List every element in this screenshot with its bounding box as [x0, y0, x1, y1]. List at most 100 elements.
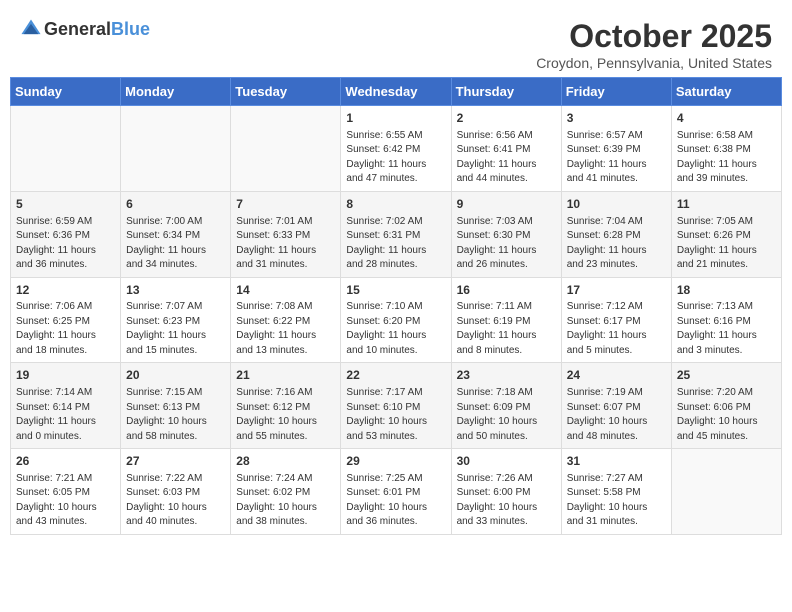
day-number: 13: [126, 282, 225, 299]
day-number: 21: [236, 367, 335, 384]
day-content: Sunrise: 7:05 AM Sunset: 6:26 PM Dayligh…: [677, 215, 776, 273]
day-content: Sunrise: 7:01 AM Sunset: 6:33 PM Dayligh…: [236, 215, 335, 273]
page-header: GeneralBlue October 2025 Croydon, Pennsy…: [10, 10, 782, 77]
calendar-cell: 27 Sunrise: 7:22 AM Sunset: 6:03 PM Dayli…: [121, 449, 231, 535]
calendar-location: Croydon, Pennsylvania, United States: [536, 55, 772, 71]
day-number: 19: [16, 367, 115, 384]
calendar-cell: [121, 106, 231, 192]
calendar-body: 1 Sunrise: 6:55 AM Sunset: 6:42 PM Daylig…: [11, 106, 782, 535]
day-content: Sunrise: 7:13 AM Sunset: 6:16 PM Dayligh…: [677, 300, 776, 358]
calendar-week-row: 5 Sunrise: 6:59 AM Sunset: 6:36 PM Daylig…: [11, 191, 782, 277]
day-of-week-header: Wednesday: [341, 78, 451, 106]
calendar-week-row: 19 Sunrise: 7:14 AM Sunset: 6:14 PM Dayli…: [11, 363, 782, 449]
day-of-week-header: Monday: [121, 78, 231, 106]
calendar-cell: 15Sunrise: 7:10 AM Sunset: 6:20 PM Dayli…: [341, 277, 451, 363]
day-content: Sunrise: 7:11 AM Sunset: 6:19 PM Dayligh…: [457, 300, 556, 358]
day-of-week-header: Tuesday: [231, 78, 341, 106]
day-number: 7: [236, 196, 335, 213]
calendar-cell: 7 Sunrise: 7:01 AM Sunset: 6:33 PM Daylig…: [231, 191, 341, 277]
calendar-cell: 17Sunrise: 7:12 AM Sunset: 6:17 PM Dayli…: [561, 277, 671, 363]
day-content: Sunrise: 6:55 AM Sunset: 6:42 PM Dayligh…: [346, 129, 445, 187]
day-number: 8: [346, 196, 445, 213]
day-number: 30: [457, 453, 556, 470]
calendar-cell: 21 Sunrise: 7:16 AM Sunset: 6:12 PM Dayli…: [231, 363, 341, 449]
day-number: 27: [126, 453, 225, 470]
calendar-cell: 22 Sunrise: 7:17 AM Sunset: 6:10 PM Dayli…: [341, 363, 451, 449]
day-number: 12: [16, 282, 115, 299]
logo: GeneralBlue: [20, 18, 150, 40]
calendar-cell: 14Sunrise: 7:08 AM Sunset: 6:22 PM Dayli…: [231, 277, 341, 363]
day-number: 29: [346, 453, 445, 470]
day-content: Sunrise: 7:26 AM Sunset: 6:00 PM Dayligh…: [457, 472, 556, 530]
calendar-cell: 6 Sunrise: 7:00 AM Sunset: 6:34 PM Daylig…: [121, 191, 231, 277]
day-content: Sunrise: 7:18 AM Sunset: 6:09 PM Dayligh…: [457, 386, 556, 444]
day-content: Sunrise: 7:08 AM Sunset: 6:22 PM Dayligh…: [236, 300, 335, 358]
calendar-cell: [671, 449, 781, 535]
calendar-cell: 31Sunrise: 7:27 AM Sunset: 5:58 PM Dayli…: [561, 449, 671, 535]
day-number: 2: [457, 110, 556, 127]
day-content: Sunrise: 7:00 AM Sunset: 6:34 PM Dayligh…: [126, 215, 225, 273]
day-content: Sunrise: 7:14 AM Sunset: 6:14 PM Dayligh…: [16, 386, 115, 444]
calendar-cell: 12Sunrise: 7:06 AM Sunset: 6:25 PM Dayli…: [11, 277, 121, 363]
day-content: Sunrise: 7:07 AM Sunset: 6:23 PM Dayligh…: [126, 300, 225, 358]
day-content: Sunrise: 7:19 AM Sunset: 6:07 PM Dayligh…: [567, 386, 666, 444]
day-content: Sunrise: 7:20 AM Sunset: 6:06 PM Dayligh…: [677, 386, 776, 444]
calendar-cell: 28Sunrise: 7:24 AM Sunset: 6:02 PM Dayli…: [231, 449, 341, 535]
logo-text: GeneralBlue: [44, 19, 150, 40]
day-number: 14: [236, 282, 335, 299]
calendar-week-row: 26Sunrise: 7:21 AM Sunset: 6:05 PM Dayli…: [11, 449, 782, 535]
day-content: Sunrise: 7:02 AM Sunset: 6:31 PM Dayligh…: [346, 215, 445, 273]
days-header-row: SundayMondayTuesdayWednesdayThursdayFrid…: [11, 78, 782, 106]
title-block: October 2025 Croydon, Pennsylvania, Unit…: [536, 18, 772, 71]
calendar-cell: 3Sunrise: 6:57 AM Sunset: 6:39 PM Daylig…: [561, 106, 671, 192]
day-of-week-header: Friday: [561, 78, 671, 106]
calendar-cell: 29 Sunrise: 7:25 AM Sunset: 6:01 PM Dayli…: [341, 449, 451, 535]
calendar-title: October 2025: [536, 18, 772, 55]
day-content: Sunrise: 7:12 AM Sunset: 6:17 PM Dayligh…: [567, 300, 666, 358]
day-content: Sunrise: 7:25 AM Sunset: 6:01 PM Dayligh…: [346, 472, 445, 530]
calendar-week-row: 1 Sunrise: 6:55 AM Sunset: 6:42 PM Daylig…: [11, 106, 782, 192]
day-content: Sunrise: 7:16 AM Sunset: 6:12 PM Dayligh…: [236, 386, 335, 444]
day-of-week-header: Thursday: [451, 78, 561, 106]
day-number: 28: [236, 453, 335, 470]
day-number: 6: [126, 196, 225, 213]
day-number: 1: [346, 110, 445, 127]
calendar-cell: 26Sunrise: 7:21 AM Sunset: 6:05 PM Dayli…: [11, 449, 121, 535]
day-content: Sunrise: 7:04 AM Sunset: 6:28 PM Dayligh…: [567, 215, 666, 273]
day-content: Sunrise: 7:17 AM Sunset: 6:10 PM Dayligh…: [346, 386, 445, 444]
day-content: Sunrise: 6:56 AM Sunset: 6:41 PM Dayligh…: [457, 129, 556, 187]
calendar-week-row: 12Sunrise: 7:06 AM Sunset: 6:25 PM Dayli…: [11, 277, 782, 363]
day-content: Sunrise: 7:21 AM Sunset: 6:05 PM Dayligh…: [16, 472, 115, 530]
calendar-cell: 23 Sunrise: 7:18 AM Sunset: 6:09 PM Dayli…: [451, 363, 561, 449]
calendar-cell: 18Sunrise: 7:13 AM Sunset: 6:16 PM Dayli…: [671, 277, 781, 363]
day-number: 23: [457, 367, 556, 384]
day-number: 22: [346, 367, 445, 384]
day-content: Sunrise: 7:22 AM Sunset: 6:03 PM Dayligh…: [126, 472, 225, 530]
day-number: 18: [677, 282, 776, 299]
day-content: Sunrise: 6:59 AM Sunset: 6:36 PM Dayligh…: [16, 215, 115, 273]
day-of-week-header: Sunday: [11, 78, 121, 106]
calendar-cell: 19 Sunrise: 7:14 AM Sunset: 6:14 PM Dayli…: [11, 363, 121, 449]
day-number: 4: [677, 110, 776, 127]
day-content: Sunrise: 6:58 AM Sunset: 6:38 PM Dayligh…: [677, 129, 776, 187]
day-number: 15: [346, 282, 445, 299]
day-number: 25: [677, 367, 776, 384]
calendar-cell: 4 Sunrise: 6:58 AM Sunset: 6:38 PM Daylig…: [671, 106, 781, 192]
day-content: Sunrise: 7:15 AM Sunset: 6:13 PM Dayligh…: [126, 386, 225, 444]
day-content: Sunrise: 7:27 AM Sunset: 5:58 PM Dayligh…: [567, 472, 666, 530]
calendar-cell: 20Sunrise: 7:15 AM Sunset: 6:13 PM Dayli…: [121, 363, 231, 449]
calendar-cell: 30 Sunrise: 7:26 AM Sunset: 6:00 PM Dayli…: [451, 449, 561, 535]
calendar-cell: [231, 106, 341, 192]
day-number: 16: [457, 282, 556, 299]
day-of-week-header: Saturday: [671, 78, 781, 106]
day-number: 5: [16, 196, 115, 213]
logo-blue: Blue: [111, 19, 150, 39]
day-number: 9: [457, 196, 556, 213]
calendar-cell: 9Sunrise: 7:03 AM Sunset: 6:30 PM Daylig…: [451, 191, 561, 277]
day-number: 17: [567, 282, 666, 299]
calendar-cell: 8 Sunrise: 7:02 AM Sunset: 6:31 PM Daylig…: [341, 191, 451, 277]
day-number: 24: [567, 367, 666, 384]
logo-icon: [20, 18, 42, 40]
calendar-cell: 24 Sunrise: 7:19 AM Sunset: 6:07 PM Dayli…: [561, 363, 671, 449]
calendar-cell: 5 Sunrise: 6:59 AM Sunset: 6:36 PM Daylig…: [11, 191, 121, 277]
